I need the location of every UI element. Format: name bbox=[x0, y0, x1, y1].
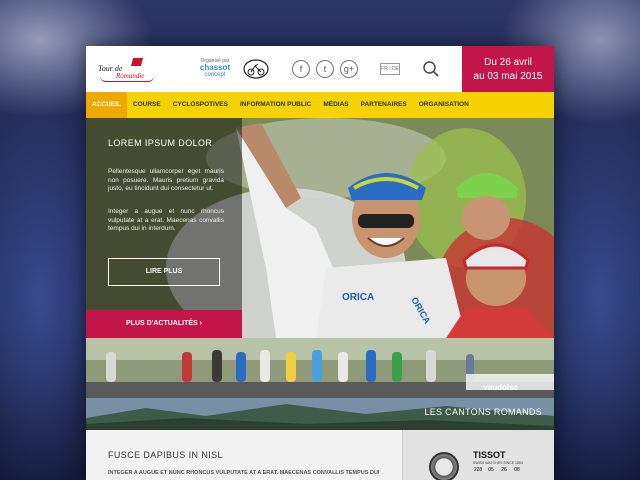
flag-icon bbox=[130, 58, 144, 66]
search-icon[interactable] bbox=[422, 60, 440, 78]
watch-image bbox=[429, 452, 459, 480]
logo-swoosh bbox=[100, 76, 154, 82]
news-subtitle: INTEGER A AUGUE ET NUNC RHONCUS VULPUTAT… bbox=[108, 470, 380, 476]
countdown-minutes: 26 bbox=[501, 467, 507, 473]
hero-banner: ORICA ORICA LOREM IPSUM DOLOR Pellentesq… bbox=[86, 118, 554, 338]
nav-accueil[interactable]: ACCUEIL bbox=[86, 92, 127, 118]
hero-title: LOREM IPSUM DOLOR bbox=[108, 138, 213, 148]
hero-paragraph-1: Pellentesque ullamcorper eget mauris non… bbox=[108, 168, 224, 192]
peloton-photo: vaudoise bbox=[86, 338, 554, 398]
nav-cyclospotives[interactable]: CYCLOSPOTIVES bbox=[167, 92, 234, 118]
nav-information-public[interactable]: INFORMATION PUBLIC bbox=[234, 92, 317, 118]
vaudoise-sponsor-logo: vaudoise bbox=[483, 383, 518, 392]
nav-organisation[interactable]: ORGANISATION bbox=[413, 92, 475, 118]
more-news-button[interactable]: PLUS D'ACTUALITÉS › bbox=[86, 310, 242, 338]
tissot-ad[interactable]: TISSOT SWISS WATCHES SINCE 1853 228 05 2… bbox=[402, 430, 554, 480]
countdown-hours: 05 bbox=[488, 467, 494, 473]
organizer-name: chassot bbox=[199, 63, 231, 72]
countdown-seconds: 08 bbox=[514, 467, 520, 473]
dates-line1: Du 26 avril bbox=[484, 57, 532, 68]
news-title: FUSCE DAPIBUS IN NISL bbox=[108, 450, 223, 460]
cantons-banner[interactable]: LES CANTONS ROMANDS bbox=[86, 398, 554, 430]
twitter-icon[interactable]: t bbox=[316, 60, 334, 78]
svg-text:ORICA: ORICA bbox=[342, 292, 374, 303]
organizer-sub: concept bbox=[204, 72, 226, 78]
cyclist-logo-icon bbox=[243, 59, 269, 79]
tour-de-romandie-logo[interactable]: Tour de Romandie bbox=[96, 56, 156, 84]
organizer-logo[interactable]: Organisé par chassot concept bbox=[192, 58, 238, 78]
nav-course[interactable]: COURSE bbox=[127, 92, 167, 118]
dates-line2: au 03 mai 2015 bbox=[473, 71, 543, 82]
main-nav: ACCUEIL COURSE CYCLOSPOTIVES INFORMATION… bbox=[86, 92, 554, 118]
site-header: Tour de Romandie Organisé par chassot co… bbox=[86, 46, 554, 92]
language-switch[interactable]: FR / DE bbox=[380, 63, 400, 75]
event-dates: Du 26 avril au 03 mai 2015 bbox=[462, 46, 554, 92]
tissot-brand: TISSOT bbox=[473, 450, 506, 460]
countdown: 228 05 26 08 bbox=[473, 467, 522, 473]
hero-paragraph-2: Integer a augue et nunc rhoncus vulputat… bbox=[108, 208, 224, 232]
nav-medias[interactable]: MÉDIAS bbox=[317, 92, 354, 118]
hero-text-panel: LOREM IPSUM DOLOR Pellentesque ullamcorp… bbox=[86, 118, 242, 310]
facebook-icon[interactable]: f bbox=[292, 60, 310, 78]
tissot-tagline: SWISS WATCHES SINCE 1853 bbox=[473, 461, 523, 465]
nav-partenaires[interactable]: PARTENAIRES bbox=[355, 92, 413, 118]
countdown-days: 228 bbox=[473, 467, 483, 473]
read-more-button[interactable]: LIRE PLUS bbox=[108, 258, 220, 286]
cantons-label: LES CANTONS ROMANDS bbox=[424, 407, 542, 417]
googleplus-icon[interactable]: g+ bbox=[340, 60, 358, 78]
website-frame: Tour de Romandie Organisé par chassot co… bbox=[86, 46, 554, 480]
